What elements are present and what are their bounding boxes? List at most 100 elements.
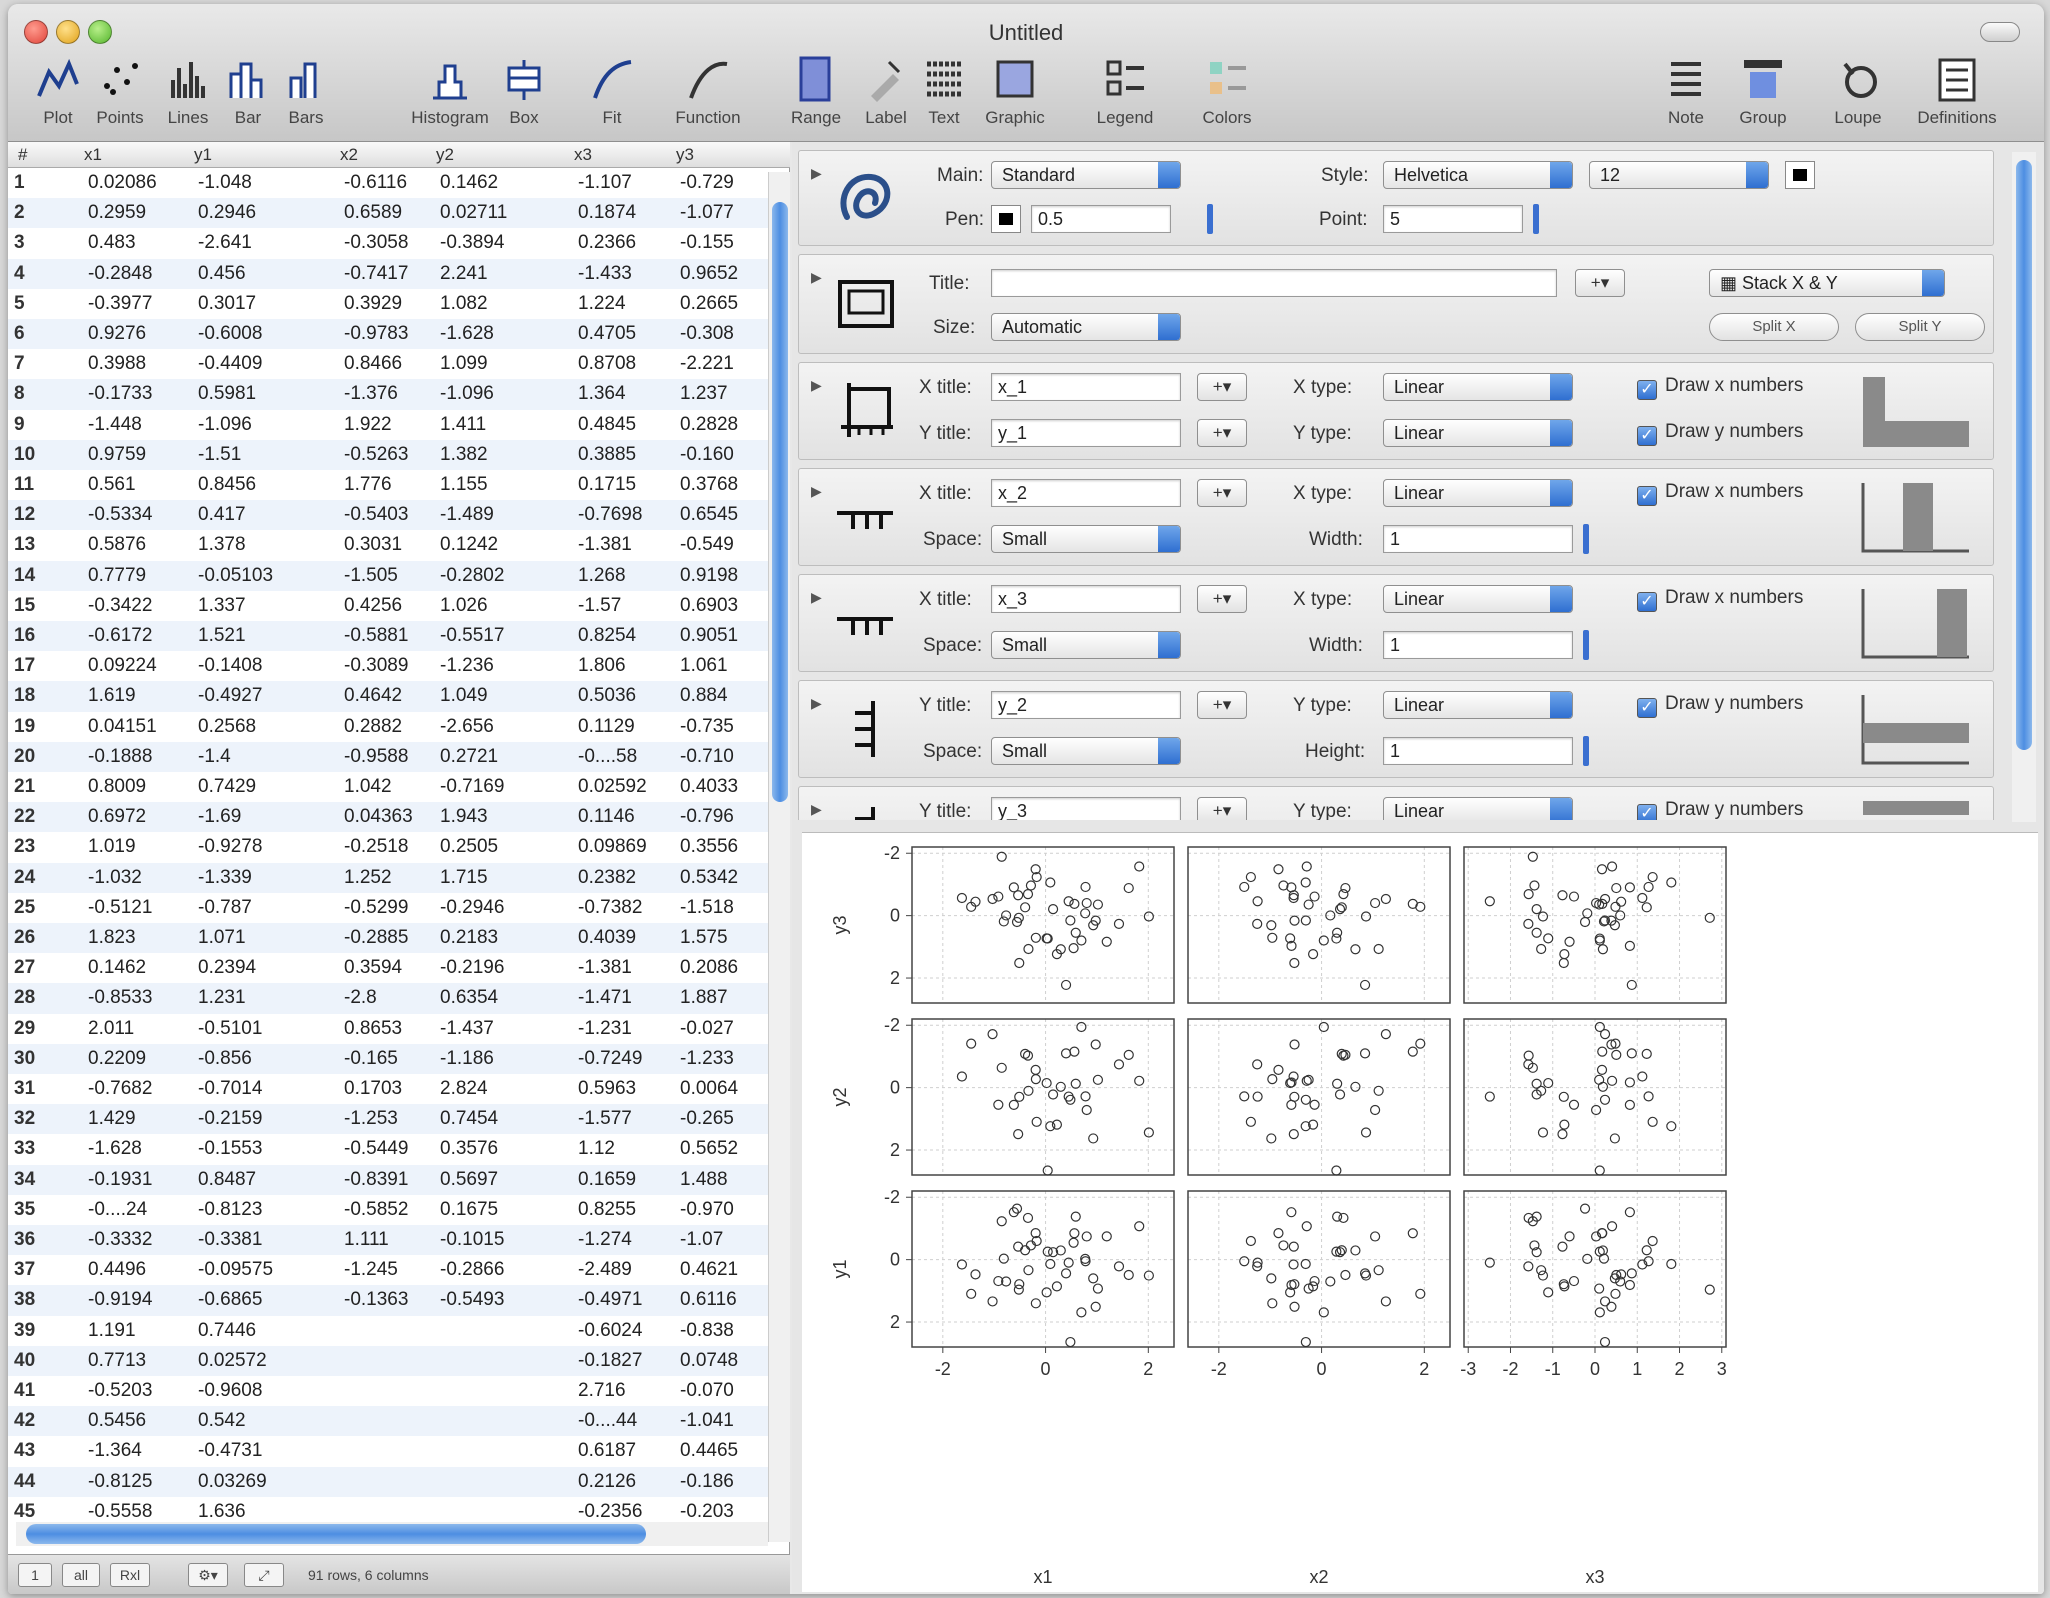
table-cell[interactable]: 1.429 (80, 1104, 190, 1134)
table-cell[interactable]: -1.57 (570, 591, 672, 621)
table-cell[interactable]: -0.5449 (336, 1134, 432, 1164)
table-cell[interactable]: 1.042 (336, 772, 432, 802)
table-row[interactable]: 23 1.019 -0.9278 -0.2518 0.2505 0.09869 0.3556 (8, 832, 768, 862)
table-row[interactable]: 3 0.483 -2.641 -0.3058 -0.3894 0.2366 -0.155 (8, 228, 768, 258)
table-cell[interactable]: 1.382 (432, 440, 570, 470)
table-cell[interactable]: -0.265 (672, 1104, 768, 1134)
table-row[interactable]: 18 1.619 -0.4927 0.4642 1.049 0.5036 0.884 (8, 681, 768, 712)
scatter-panel-y1-x2[interactable] (1187, 1190, 1451, 1348)
resize-icon[interactable]: ⤢ (244, 1563, 284, 1587)
table-cell[interactable]: -1.577 (570, 1104, 672, 1134)
y3-type-select[interactable]: Linear (1383, 797, 1573, 820)
table-cell[interactable]: -0.8125 (80, 1467, 190, 1497)
x1-title-field[interactable]: x_1 (991, 373, 1181, 401)
table-cell[interactable]: -0.070 (672, 1376, 768, 1406)
draw-y-numbers-checkbox[interactable]: ✓ Draw y numbers (1637, 693, 1803, 718)
table-cell[interactable]: 0.4705 (570, 319, 672, 349)
table-cell[interactable]: 0.5036 (570, 681, 672, 711)
table-cell[interactable]: -0.2866 (432, 1255, 570, 1285)
table-cell[interactable]: -0.4731 (190, 1436, 336, 1466)
table-cell[interactable]: -0.5493 (432, 1285, 570, 1315)
table-cell[interactable]: -1.69 (190, 802, 336, 832)
table-cell[interactable]: 0.02572 (190, 1346, 336, 1376)
table-row[interactable]: 40 0.7713 0.02572 -0.1827 0.0748 (8, 1345, 768, 1376)
table-cell[interactable]: 0.417 (190, 500, 336, 530)
toolbar-button-range[interactable]: Range (786, 56, 846, 136)
table-cell[interactable]: 1.071 (190, 923, 336, 953)
panel-vertical-scrollbar[interactable] (2012, 152, 2036, 822)
table-row[interactable]: 30 0.2209 -0.856 -0.165 -1.186 -0.7249 -1.233 (8, 1043, 768, 1074)
table-cell[interactable]: 0.4256 (336, 591, 432, 621)
y2-type-select[interactable]: Linear (1383, 691, 1573, 719)
table-cell[interactable]: 1.521 (190, 621, 336, 651)
split-x-button[interactable]: Split X (1709, 313, 1839, 341)
table-cell[interactable]: -1.096 (190, 410, 336, 440)
column-header-x3[interactable]: x3 (574, 145, 592, 165)
table-cell[interactable]: -0.9608 (190, 1376, 336, 1406)
table-cell[interactable]: -2.8 (336, 983, 432, 1013)
table-cell[interactable]: -0.549 (672, 530, 768, 560)
table-cell[interactable]: 2.716 (570, 1376, 672, 1406)
table-cell[interactable]: 0.5697 (432, 1165, 570, 1195)
table-cell[interactable]: 0.8466 (336, 349, 432, 379)
table-row[interactable]: 41 -0.5203 -0.9608 2.716 -0.070 (8, 1376, 768, 1406)
table-cell[interactable]: -0....44 (570, 1406, 672, 1436)
table-row[interactable]: 10 0.9759 -1.51 -0.5263 1.382 0.3885 -0.160 (8, 439, 768, 470)
table-row[interactable]: 16 -0.6172 1.521 -0.5881 -0.5517 0.8254 0.9051 (8, 621, 768, 652)
y1-title-field[interactable]: y_1 (991, 419, 1181, 447)
table-cell[interactable]: -0.5263 (336, 440, 432, 470)
x2-width-field[interactable]: 1 (1383, 525, 1573, 553)
table-cell[interactable]: -0.838 (672, 1316, 768, 1346)
disclosure-triangle-icon[interactable]: ▶ (811, 483, 822, 500)
table-cell[interactable]: 0.02711 (432, 198, 570, 228)
table-row[interactable]: 35 -0....24 -0.8123 -0.5852 0.1675 0.8255 -0.9… (8, 1195, 768, 1225)
column-header-x2[interactable]: x2 (340, 145, 358, 165)
table-cell[interactable]: -0....58 (570, 742, 672, 772)
table-cell[interactable]: 1.082 (432, 289, 570, 319)
table-cell[interactable]: 1.111 (336, 1225, 432, 1255)
y3-title-field[interactable]: y_3 (991, 797, 1181, 820)
table-cell[interactable]: -0.3332 (80, 1225, 190, 1255)
table-row[interactable]: 34 -0.1931 0.8487 -0.8391 0.5697 0.1659 1.488 (8, 1164, 768, 1195)
toolbar-button-box[interactable]: Box (492, 56, 556, 136)
table-cell[interactable]: -0.729 (672, 168, 768, 198)
status-button-rxl[interactable]: Rxl (110, 1563, 150, 1587)
table-cell[interactable]: -0.970 (672, 1195, 768, 1225)
table-cell[interactable]: 1.619 (80, 681, 190, 711)
table-cell[interactable]: 0.7713 (80, 1346, 190, 1376)
table-cell[interactable]: 0.884 (672, 681, 768, 711)
table-cell[interactable]: -0.5121 (80, 893, 190, 923)
table-row[interactable]: 8 -0.1733 0.5981 -1.376 -1.096 1.364 1.237 (8, 379, 768, 410)
table-cell[interactable]: -0.2518 (336, 832, 432, 862)
table-cell[interactable]: -1.233 (672, 1044, 768, 1074)
table-cell[interactable]: -1.096 (432, 379, 570, 409)
table-cell[interactable]: 0.2828 (672, 410, 768, 440)
table-row[interactable]: 12 -0.5334 0.417 -0.5403 -1.489 -0.7698 0.6545 (8, 500, 768, 531)
table-cell[interactable]: -0.09575 (190, 1255, 336, 1285)
toolbar-button-label[interactable]: Label (854, 56, 918, 136)
table-cell[interactable]: 1.099 (432, 349, 570, 379)
table-cell[interactable]: -0.7169 (432, 772, 570, 802)
toolbar-button-histogram[interactable]: Histogram (398, 56, 502, 136)
toolbar-button-lines[interactable]: Lines (158, 56, 218, 136)
table-cell[interactable]: -1.376 (336, 379, 432, 409)
disclosure-triangle-icon[interactable]: ▶ (811, 165, 822, 182)
table-cell[interactable]: 1.887 (672, 983, 768, 1013)
table-cell[interactable]: 0.2394 (190, 953, 336, 983)
toolbar-button-text[interactable]: Text (914, 56, 974, 136)
table-cell[interactable]: 2.824 (432, 1074, 570, 1104)
scatter-panel-y3-x3[interactable] (1463, 846, 1727, 1004)
table-cell[interactable]: -1.628 (432, 319, 570, 349)
table-cell[interactable]: 0.7429 (190, 772, 336, 802)
table-cell[interactable]: -0.8391 (336, 1165, 432, 1195)
x2-title-insert-button[interactable]: +▾ (1197, 479, 1247, 507)
table-cell[interactable]: -0.5203 (80, 1376, 190, 1406)
table-cell[interactable]: -0.5852 (336, 1195, 432, 1225)
table-cell[interactable]: -0.6865 (190, 1285, 336, 1315)
table-row[interactable]: 42 0.5456 0.542 -0....44 -1.041 (8, 1406, 768, 1437)
table-cell[interactable]: -1.489 (432, 500, 570, 530)
table-row[interactable]: 44 -0.8125 0.03269 0.2126 -0.186 (8, 1466, 768, 1497)
table-cell[interactable]: 0.4465 (672, 1436, 768, 1466)
table-cell[interactable]: 0.4033 (672, 772, 768, 802)
table-row[interactable]: 9 -1.448 -1.096 1.922 1.411 0.4845 0.2828 (8, 410, 768, 440)
